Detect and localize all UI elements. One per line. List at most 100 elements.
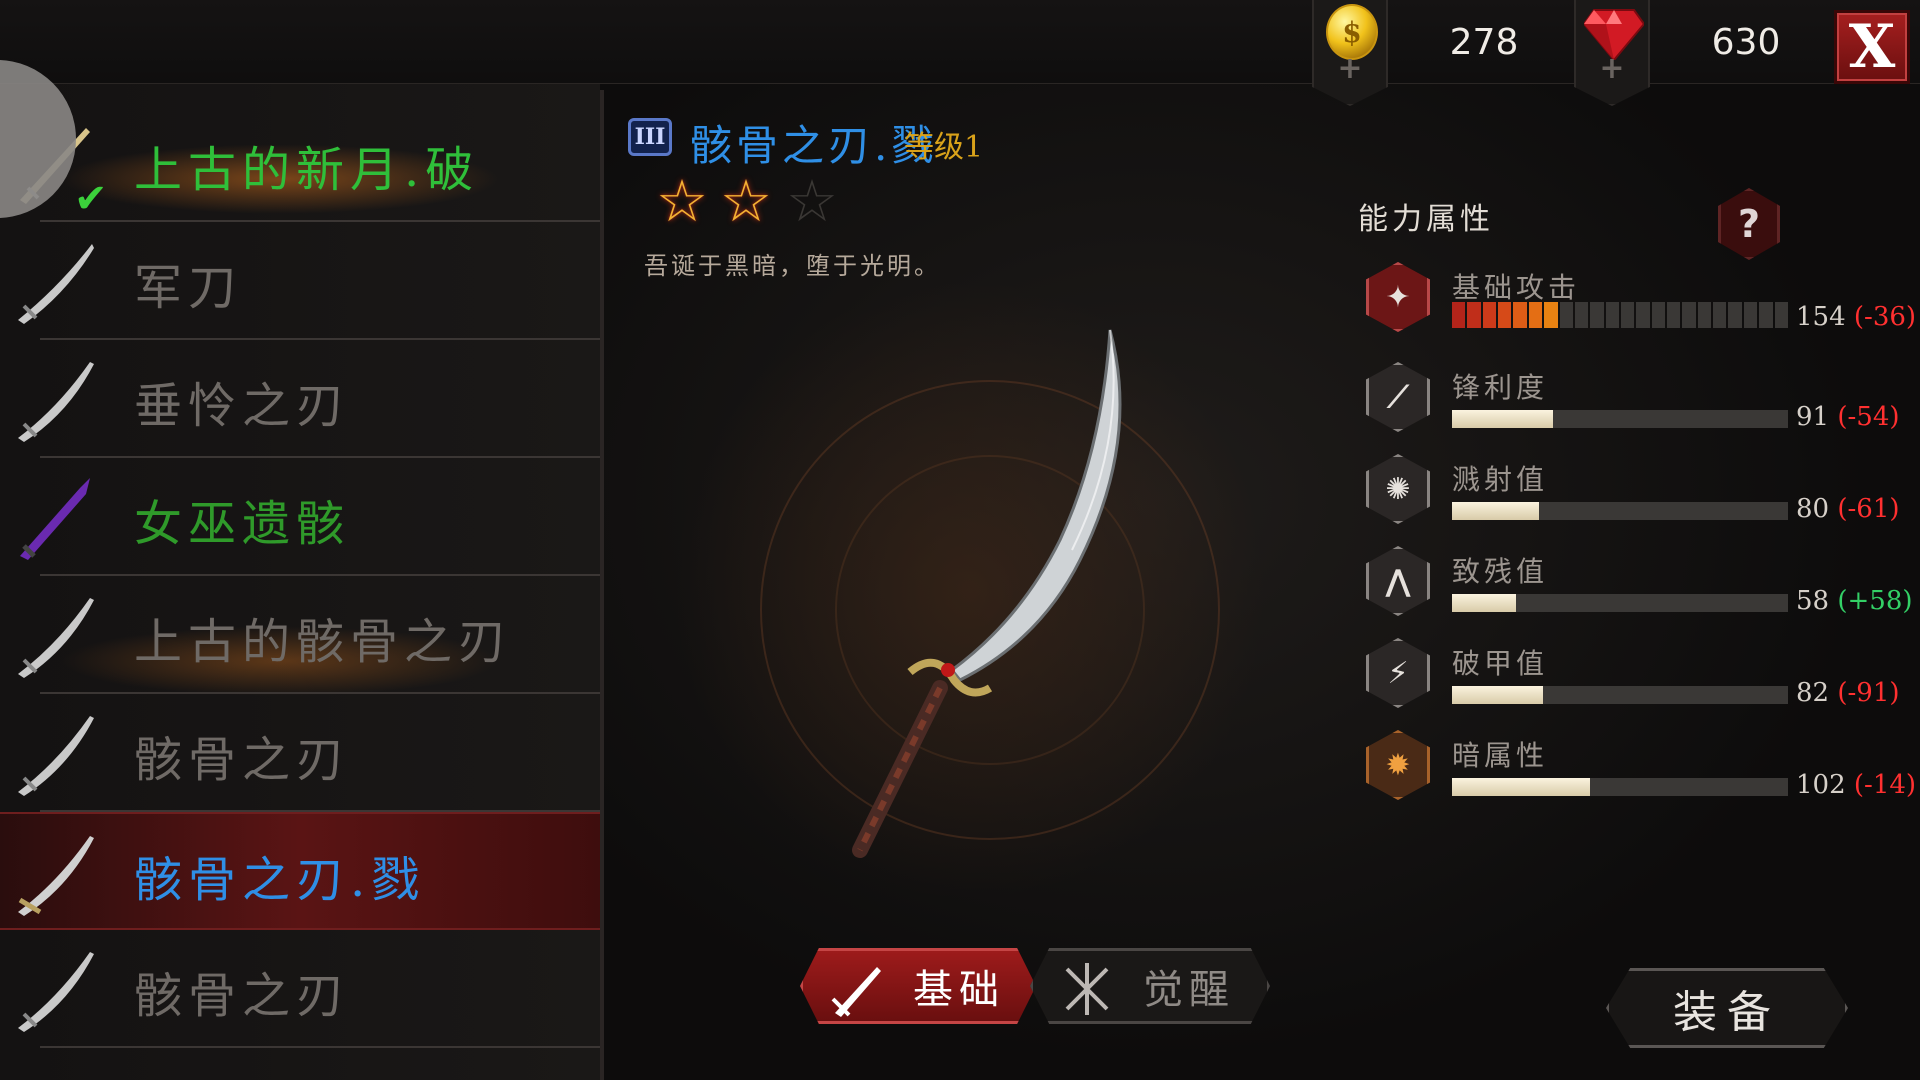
equip-button[interactable]: 装备 <box>1606 968 1848 1048</box>
weapon-name: 上古的新月.破 <box>134 142 480 198</box>
stat-bar-segment <box>1759 302 1773 328</box>
stat-bar-segment <box>1590 302 1604 328</box>
stat-bar <box>1452 778 1788 796</box>
stat-row: ✺ 溅射值 80 (-61) <box>1366 454 1900 534</box>
sword-icon <box>18 244 94 324</box>
rank-badge: III <box>628 118 672 156</box>
stat-bar-segment <box>1713 302 1727 328</box>
equipped-check-icon: ✔ <box>74 176 108 222</box>
weapon-name: 军刀 <box>134 260 243 316</box>
gem-currency-slot[interactable]: + <box>1574 0 1650 106</box>
stat-row: ✦ 基础攻击 154 (-36) <box>1366 262 1916 342</box>
stat-bar-segment <box>1467 302 1481 328</box>
stat-name: 暗属性 <box>1452 739 1549 772</box>
stat-value: 91 (-54) <box>1796 402 1900 432</box>
sharpness-icon: ⟋ <box>1366 362 1430 432</box>
stat-bar-segment <box>1513 302 1527 328</box>
stat-row: ⚡ 破甲值 82 (-91) <box>1366 638 1900 718</box>
close-button[interactable]: X <box>1834 10 1910 84</box>
dark-element-icon: ✹ <box>1366 730 1430 800</box>
stat-bar-segment <box>1544 302 1558 328</box>
sword-icon <box>18 716 94 796</box>
weapon-list-item[interactable]: 军刀 <box>0 222 600 340</box>
weapon-list[interactable]: 上古的新月.破 军刀 垂怜之刃 女巫遗骸 上古的骸骨之刃 骸骨之刃 骸骨之刃.戮… <box>0 84 600 1080</box>
weapon-preview[interactable] <box>840 320 1140 860</box>
stat-bar-segment <box>1743 302 1758 328</box>
weapon-description: 吾诞于黑暗，堕于光明。 <box>644 252 941 280</box>
sword-icon <box>831 967 881 1017</box>
stats-title: 能力属性 <box>1358 202 1494 237</box>
weapon-name: 上古的骸骨之刃 <box>134 614 513 670</box>
weapon-name: 骸骨之刃.戮 <box>134 852 426 908</box>
sword-icon <box>20 478 90 560</box>
weapon-list-item[interactable]: 骸骨之刃 <box>0 930 600 1048</box>
gold-currency-slot[interactable]: $ + <box>1312 0 1388 106</box>
weapon-list-item[interactable]: 上古的骸骨之刃 <box>0 576 600 696</box>
weapon-list-item[interactable]: 垂怜之刃 <box>0 340 600 458</box>
stat-bar-segment <box>1636 302 1650 328</box>
stat-name: 溅射值 <box>1452 463 1549 496</box>
sword-icon <box>18 952 94 1032</box>
stat-bar-segment <box>1528 302 1543 328</box>
top-bar: $ + 278 + 630 X <box>0 0 1920 106</box>
weapon-name: 女巫遗骸 <box>134 496 351 552</box>
weapon-title: 骸骨之刃.戮 <box>690 121 938 170</box>
tab-basic[interactable]: 基础 <box>800 948 1036 1024</box>
star-empty-icon: ☆ <box>786 167 838 235</box>
gem-amount: 630 <box>1711 22 1781 63</box>
stat-bar-segmented <box>1452 302 1788 328</box>
stat-value: 154 (-36) <box>1796 302 1917 332</box>
weapon-name: 骸骨之刃 <box>134 968 351 1024</box>
add-gem-icon[interactable]: + <box>1576 51 1648 86</box>
stat-value: 80 (-61) <box>1796 494 1900 524</box>
weapon-level: 等级1 <box>904 130 984 165</box>
sword-icon <box>18 598 94 678</box>
stat-bar-segment <box>1559 302 1573 328</box>
stat-row: ⋀ 致残值 58 (+58) <box>1366 546 1913 626</box>
weapon-name: 骸骨之刃 <box>134 732 351 788</box>
cripple-icon: ⋀ <box>1366 546 1430 616</box>
stat-bar-segment <box>1682 302 1696 328</box>
stat-bar <box>1452 410 1788 428</box>
stat-name: 破甲值 <box>1452 647 1549 680</box>
stat-bar-segment <box>1574 302 1589 328</box>
stat-bar-segment <box>1728 302 1742 328</box>
stat-value: 82 (-91) <box>1796 678 1900 708</box>
splash-icon: ✺ <box>1366 454 1430 524</box>
stat-row: ⟋ 锋利度 91 (-54) <box>1366 362 1900 442</box>
divider <box>40 1046 600 1048</box>
weapon-name: 垂怜之刃 <box>134 378 351 434</box>
stat-bar <box>1452 594 1788 612</box>
stat-bar-segment <box>1667 302 1681 328</box>
stat-bar-segment <box>1620 302 1635 328</box>
weapon-list-item[interactable]: 骸骨之刃 <box>0 694 600 812</box>
stat-name: 致残值 <box>1452 555 1549 588</box>
tab-awaken-label: 觉醒 <box>1143 967 1235 1013</box>
weapon-list-item-selected[interactable]: 骸骨之刃.戮 <box>0 812 600 930</box>
star-icon: ☆ <box>656 167 708 235</box>
stat-bar-segment <box>1498 302 1512 328</box>
stat-name: 锋利度 <box>1452 371 1549 404</box>
sword-icon <box>18 362 94 442</box>
star-icon: ☆ <box>720 167 772 235</box>
add-gold-icon[interactable]: + <box>1314 51 1386 86</box>
awaken-icon <box>1065 963 1109 1015</box>
tab-awaken[interactable]: 觉醒 <box>1030 948 1270 1024</box>
stat-bar-segment <box>1452 302 1466 328</box>
sword-icon <box>18 836 94 916</box>
stat-bar <box>1452 686 1788 704</box>
stat-bar-segment <box>1774 302 1788 328</box>
gold-amount: 278 <box>1449 22 1519 63</box>
stat-bar-segment <box>1651 302 1666 328</box>
stat-value: 102 (-14) <box>1796 770 1917 800</box>
stat-bar-segment <box>1697 302 1712 328</box>
armor-break-icon: ⚡ <box>1366 638 1430 708</box>
stat-name: 基础攻击 <box>1452 271 1581 304</box>
stat-value: 58 (+58) <box>1796 586 1913 616</box>
weapon-list-item[interactable]: 女巫遗骸 <box>0 458 600 576</box>
stat-bar-segment <box>1605 302 1619 328</box>
attack-icon: ✦ <box>1366 262 1430 332</box>
panel-divider <box>600 90 604 1080</box>
tab-basic-label: 基础 <box>913 967 1005 1013</box>
stat-row: ✹ 暗属性 102 (-14) <box>1366 730 1916 810</box>
